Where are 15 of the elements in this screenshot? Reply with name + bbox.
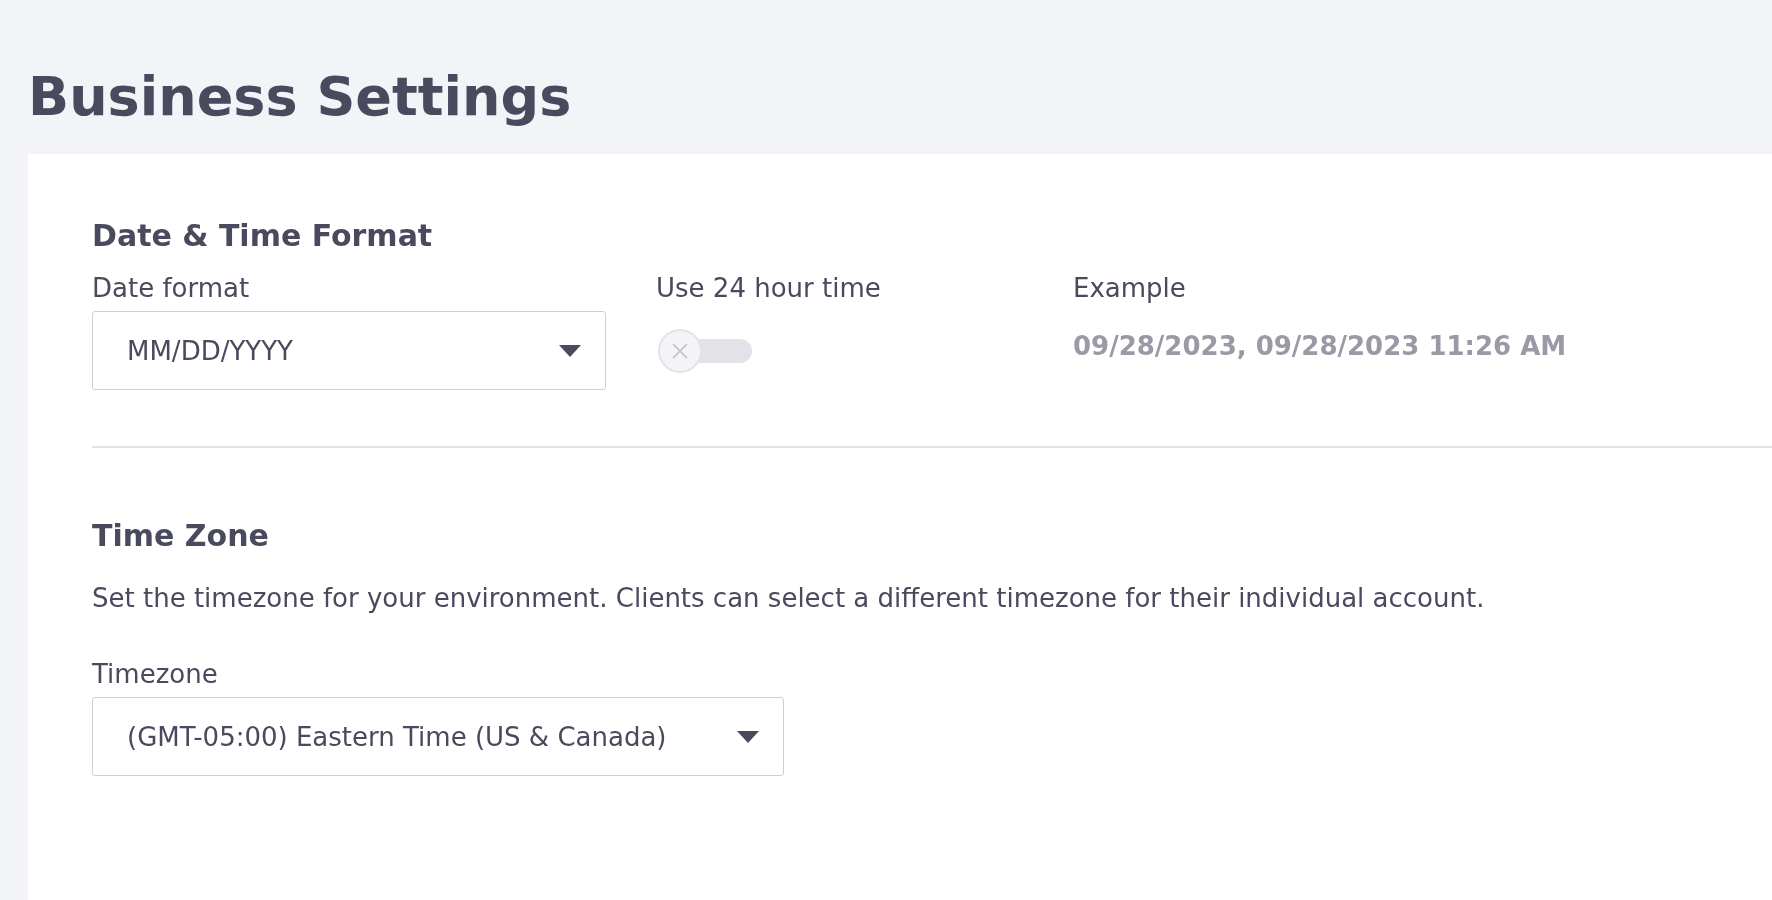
section-heading: Date & Time Format: [92, 218, 433, 253]
section-heading: Time Zone: [92, 518, 269, 553]
caret-icon: [737, 730, 759, 743]
field-label: Example: [1073, 273, 1186, 303]
toggle-switch[interactable]: [656, 327, 752, 375]
description-text: Set the timezone for your environment. Clients can select a different timezone for their individual account.: [92, 583, 1486, 613]
field-label: Use 24 hour time: [656, 273, 881, 303]
field-label: Timezone: [92, 659, 218, 689]
caret-icon: [559, 344, 581, 357]
timezone-select[interactable]: (GMT-05:00) Eastern Time (US & Canada): [92, 697, 784, 776]
page-title: Business Settings: [28, 70, 572, 124]
date-format-select[interactable]: MM/DD/YYYY: [92, 311, 606, 390]
close-icon: [671, 342, 689, 360]
example-text: 09/28/2023, 09/28/2023 11:26 AM: [1073, 331, 1567, 361]
field-label: Date format: [92, 273, 250, 303]
